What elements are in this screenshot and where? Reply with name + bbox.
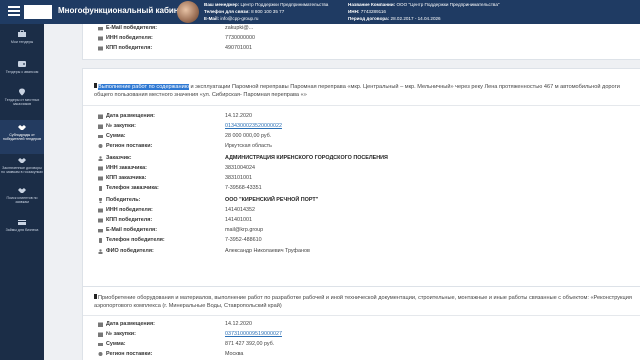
kpp-icon (98, 218, 103, 223)
logo (24, 5, 52, 19)
trophy-icon (98, 198, 103, 203)
sidebar-item-loans[interactable]: Займы для бизнеса (0, 218, 44, 232)
tender-title[interactable]: Выполнение работ по содержанию и эксплуа… (94, 83, 622, 99)
tender-title[interactable]: Приобретение оборудования и материалов, … (94, 294, 634, 310)
tender-card: E-Mail победителя: zakupki@... ИНН побед… (82, 24, 640, 60)
divider (83, 105, 640, 106)
app-title: Многофункциональный кабинет (58, 6, 187, 15)
main-content: E-Mail победителя: zakupki@... ИНН побед… (44, 24, 640, 360)
company-info: Название Компании: ООО "Центр Поддержки … (348, 2, 500, 21)
sidebar-item-advance-tenders[interactable]: Тендеры с авансом (0, 60, 44, 74)
menu-icon[interactable] (8, 6, 20, 16)
purchase-number-link[interactable]: 0134300023520000022 (225, 123, 282, 129)
inn-icon (98, 166, 103, 171)
divider (83, 315, 640, 316)
tender-card: Приобретение оборудования и материалов, … (82, 286, 640, 360)
purchase-number-link[interactable]: 0373100009519000027 (225, 331, 282, 337)
email-icon (98, 26, 103, 31)
phone-icon (98, 238, 103, 243)
location-pin-icon (98, 144, 103, 149)
wallet-icon (18, 61, 26, 67)
bookmark-icon (94, 294, 97, 299)
sidebar: Мои тендеры Тендеры с авансом Тендеры от… (0, 24, 44, 360)
sidebar-item-contracts[interactable]: Заключенные договоры по заявкам в госзак… (0, 156, 44, 175)
top-bar: Многофункциональный кабинет Ваш менеджер… (0, 0, 640, 24)
kpp-icon (98, 46, 103, 51)
inn-icon (98, 208, 103, 213)
phone-icon (98, 186, 103, 191)
briefcase-icon (18, 30, 26, 37)
money-icon (98, 134, 103, 139)
contract-icon (18, 158, 26, 163)
avatar[interactable] (177, 1, 199, 23)
clients-icon (18, 188, 26, 193)
kpp-icon (98, 176, 103, 181)
bookmark-icon (94, 83, 97, 88)
sidebar-item-local-tenders[interactable]: Тендеры от местных заказчиков (0, 88, 44, 107)
location-icon (19, 88, 25, 96)
hash-icon (98, 124, 103, 129)
calendar-icon (98, 322, 103, 327)
sidebar-item-clients[interactable]: Поиск клиентов по заявкам (0, 186, 44, 205)
handshake-icon (18, 125, 26, 130)
money-icon (98, 342, 103, 347)
inn-icon (98, 36, 103, 41)
email-icon (98, 228, 103, 233)
hash-icon (98, 332, 103, 337)
person-icon (98, 249, 103, 254)
calendar-icon (98, 114, 103, 119)
manager-info: Ваш менеджер: Центр Поддержки Предприним… (204, 2, 329, 21)
loan-icon (18, 220, 26, 225)
tender-card: Выполнение работ по содержанию и эксплуа… (82, 68, 640, 292)
customer-icon (98, 156, 103, 161)
location-pin-icon (98, 352, 103, 357)
sidebar-item-subcontracts[interactable]: Субподряды от победителей тендеров (0, 120, 44, 154)
sidebar-item-my-tenders[interactable]: Мои тендеры (0, 30, 44, 44)
